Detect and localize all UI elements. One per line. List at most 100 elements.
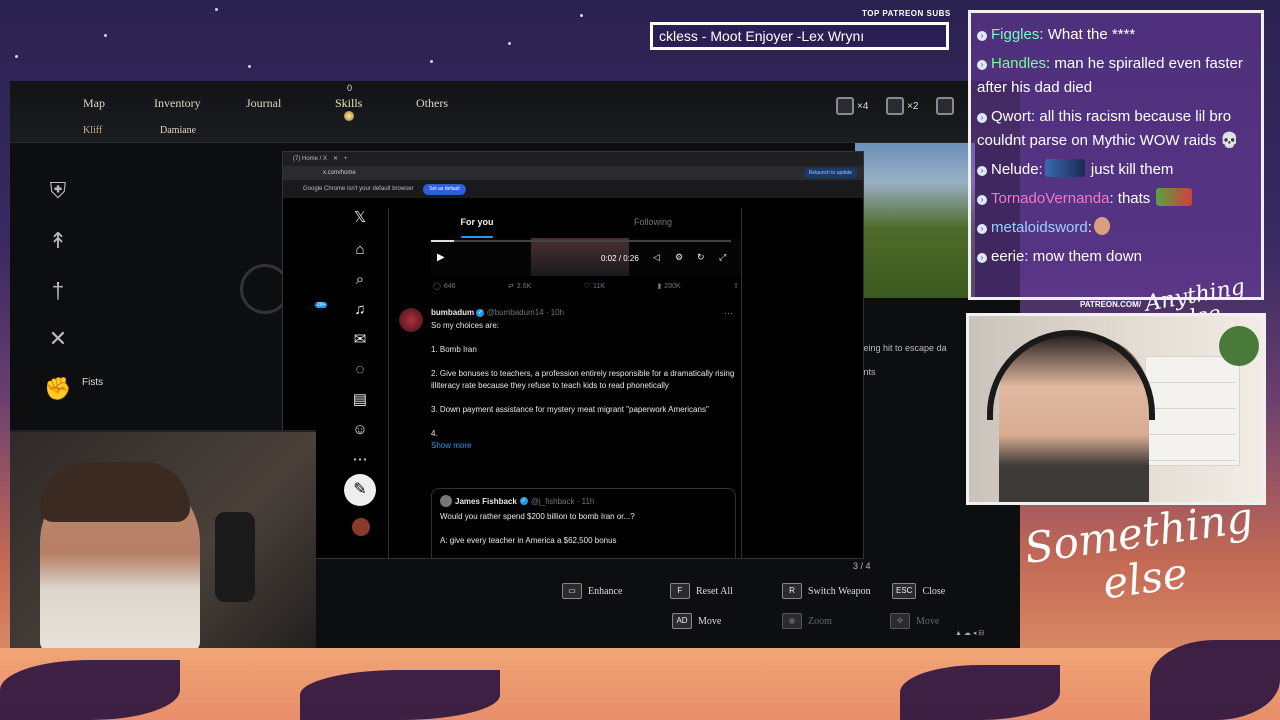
game-scenery-preview xyxy=(855,143,975,298)
streamer-webcam xyxy=(10,430,316,648)
play-icon[interactable]: ▶ xyxy=(437,252,445,263)
tab-following[interactable]: Following xyxy=(565,208,741,238)
streamer-hair xyxy=(40,462,190,522)
chat-username: Qwort xyxy=(991,108,1032,125)
chat-message: › TornadoVernanda: thats xyxy=(977,187,1255,211)
chat-message: › Qwort: all this racism because lil bro … xyxy=(977,105,1255,153)
chat-message: › Handles: man he spiralled even faster a… xyxy=(977,52,1255,100)
page-counter: 3 / 4 xyxy=(853,561,871,571)
character-kliff[interactable]: Kliff xyxy=(83,125,102,136)
tweet-avatar[interactable] xyxy=(399,308,423,332)
nav-tab-skills[interactable]: Skills xyxy=(335,96,362,111)
lists-icon[interactable]: ▤ xyxy=(350,390,370,410)
shield-icon[interactable]: ⛨ xyxy=(40,173,76,209)
enhance-control[interactable]: ▭ Enhance xyxy=(562,583,622,599)
tweet-author-name[interactable]: bumbadum xyxy=(431,308,474,317)
more-icon[interactable]: ⋯ xyxy=(350,450,370,470)
tweet-more-icon[interactable]: ⋯ xyxy=(724,308,733,319)
replay-icon[interactable]: ↻ xyxy=(697,252,705,263)
drawer xyxy=(1149,413,1236,435)
quoted-tweet[interactable]: James Fishback ✓ @j_fishback · 11h Would… xyxy=(431,488,736,558)
reply-count[interactable]: ◯ 646 xyxy=(433,282,456,291)
resource-count: ×2 xyxy=(907,100,919,112)
grok-icon[interactable]: ◌ xyxy=(350,360,370,380)
mail-icon[interactable]: ✉ xyxy=(350,330,370,350)
reset-all-control[interactable]: F Reset All xyxy=(670,583,733,599)
move-control[interactable]: AD Move xyxy=(672,613,721,629)
relaunch-update-button[interactable]: Relaunch to update xyxy=(803,168,857,178)
move-camera-control[interactable]: ✥ Move xyxy=(890,613,939,629)
active-tab-indicator xyxy=(344,111,354,121)
key-hint: R xyxy=(782,583,802,599)
browser-tab[interactable]: (7) Home / X xyxy=(293,152,327,166)
key-hint: ✥ xyxy=(890,613,910,629)
set-default-button[interactable]: Set as default xyxy=(423,184,466,195)
compose-post-button[interactable]: ✎ xyxy=(344,474,376,506)
video-player[interactable]: ▶ 0:02 / 0:26 ◁ ⚙ ↻ ⤢ xyxy=(431,238,741,276)
profile-icon[interactable]: ☺ xyxy=(350,420,370,440)
sword-icon[interactable]: † xyxy=(40,273,76,309)
default-browser-banner: Google Chrome isn't your default browser… xyxy=(283,180,863,198)
like-count[interactable]: ♡ 11K xyxy=(583,282,605,291)
video-progress-bar[interactable] xyxy=(431,240,731,242)
spear-icon[interactable]: ↟ xyxy=(40,223,76,259)
palm-leaf-decoration xyxy=(1150,640,1280,720)
chat-text: : thats xyxy=(1109,190,1151,207)
x-timeline: For you Following ▶ 0:02 / 0:26 ◁ ⚙ ↻ ⤢ … xyxy=(388,208,742,558)
tweet-line: 2. Give bonuses to teachers, a professio… xyxy=(431,369,735,390)
fullscreen-icon[interactable]: ⤢ xyxy=(719,252,726,263)
microphone xyxy=(215,512,255,602)
views-icon: ▮ xyxy=(657,283,662,290)
chat-message: › Nelude: just kill them xyxy=(977,158,1255,182)
search-icon[interactable]: ⌕ xyxy=(350,270,370,290)
quote-avatar xyxy=(440,495,452,507)
chat-username: Figgles xyxy=(991,26,1040,43)
bookmark-share[interactable]: ⇪ xyxy=(733,282,739,290)
settings-icon[interactable]: ⚙ xyxy=(675,252,683,263)
fist-icon[interactable]: ✊ xyxy=(40,371,76,407)
timeline-tabs: For you Following xyxy=(389,208,741,238)
key-hint: ▭ xyxy=(562,583,582,599)
drawer xyxy=(1149,387,1236,409)
show-more-link[interactable]: Show more xyxy=(431,440,736,452)
close-tab-icon[interactable]: ✕ xyxy=(333,152,338,166)
account-avatar[interactable] xyxy=(352,518,370,536)
address-bar[interactable]: x.com/home Relaunch to update xyxy=(283,166,863,180)
home-icon[interactable]: ⌂ xyxy=(350,240,370,260)
tweet-line: 4. xyxy=(431,429,438,438)
chat-username: Nelude xyxy=(991,161,1039,178)
control-label: Enhance xyxy=(588,585,623,597)
view-count[interactable]: ▮ 200K xyxy=(657,282,681,291)
chat-text: just kill them xyxy=(1086,161,1174,178)
nav-tab-map[interactable]: Map xyxy=(83,96,105,111)
browser-tab-strip: (7) Home / X ✕ + xyxy=(283,152,863,166)
heart-icon: ♡ xyxy=(583,283,591,290)
nav-tab-inventory[interactable]: Inventory xyxy=(154,96,201,111)
tweet-text: So my choices are: 1. Bomb Iran 2. Give … xyxy=(431,320,736,452)
tab-for-you[interactable]: For you xyxy=(389,208,565,238)
character-damiane[interactable]: Damiane xyxy=(160,125,196,136)
tweet-line: 3. Down payment assistance for mystery m… xyxy=(431,405,709,414)
sunset-band-background xyxy=(0,648,1280,720)
volume-icon[interactable]: ◁ xyxy=(653,252,660,263)
chat-box: › Figgles: What the **** › Handles: man he… xyxy=(968,10,1264,300)
quote-author-handle: @j_fishback · 11h xyxy=(530,496,595,506)
key-hint: ESC xyxy=(892,583,917,599)
fists-label: Fists xyxy=(82,377,104,388)
resource-count: ×4 xyxy=(857,100,869,112)
nav-tab-others[interactable]: Others xyxy=(416,96,448,111)
chat-text: : What the **** xyxy=(1039,26,1136,43)
nav-tab-journal[interactable]: Journal xyxy=(246,96,281,111)
x-logo-icon[interactable]: 𝕏 xyxy=(350,208,370,228)
quote-line: A: give every teacher in America a $62,5… xyxy=(440,536,617,545)
switch-weapon-control[interactable]: R Switch Weapon xyxy=(782,583,871,599)
control-label: Move xyxy=(698,615,722,627)
tweet-line: 1. Bomb Iran xyxy=(431,345,477,354)
zoom-control[interactable]: ◉ Zoom xyxy=(782,613,832,629)
bell-icon[interactable]: ♫ xyxy=(350,300,370,320)
new-tab-icon[interactable]: + xyxy=(344,152,348,166)
crossed-swords-icon[interactable]: ✕ xyxy=(40,321,76,357)
repost-count[interactable]: ⇄ 2.6K xyxy=(508,282,531,291)
metric-value: 200K xyxy=(664,282,681,290)
close-control[interactable]: ESC Close xyxy=(892,583,945,599)
